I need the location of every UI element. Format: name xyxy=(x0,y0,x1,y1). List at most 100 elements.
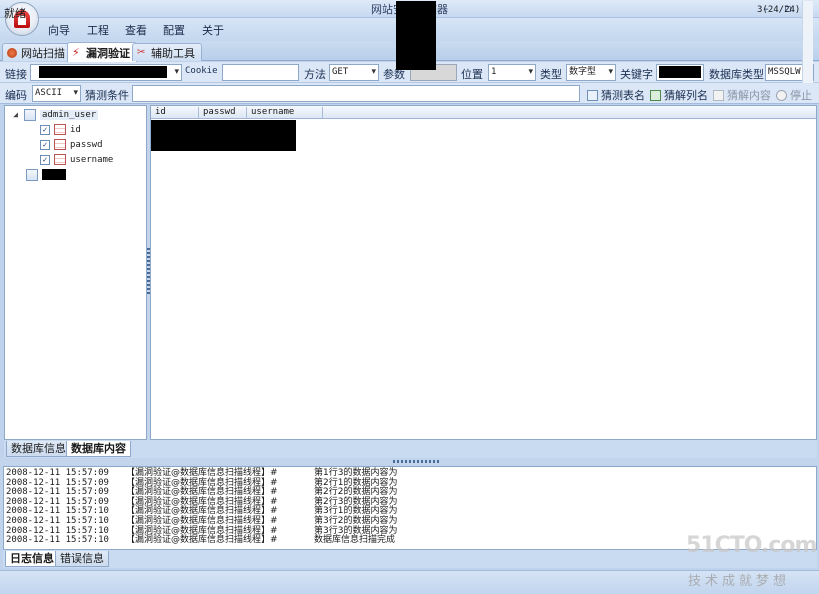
menu-config[interactable]: 配置 xyxy=(163,22,185,38)
encoding-select[interactable]: ASCII xyxy=(32,85,81,102)
column-checkbox[interactable]: ✓ xyxy=(40,154,50,165)
grid-column-header[interactable]: username xyxy=(247,107,323,118)
log-thread: 【漏洞验证@数据库信息扫描线程】# xyxy=(126,516,278,526)
guess-column-button[interactable]: 猜解列名 xyxy=(650,87,708,103)
redacted-keyword xyxy=(659,66,701,78)
redacted-log-values xyxy=(396,1,436,70)
menu-about[interactable]: 关于 xyxy=(202,22,224,38)
position-label: 位置 xyxy=(461,68,483,81)
type-select[interactable]: 数字型 xyxy=(566,64,616,81)
tree-table-label: admin_user xyxy=(40,109,99,120)
position-select[interactable]: 1 xyxy=(488,64,536,81)
log-msg: 第2行2的数据内容为 xyxy=(314,487,398,498)
log-msg: 数据库信息扫描完成 xyxy=(314,535,396,546)
tree-column-node[interactable]: ✓ username xyxy=(40,152,113,167)
redacted-link xyxy=(39,66,167,78)
tree-table-node[interactable] xyxy=(26,167,66,182)
keyword-label: 关键字 xyxy=(620,68,653,81)
tab-vuln-verify[interactable]: ⚡ 漏洞验证 xyxy=(67,42,137,62)
table-icon xyxy=(26,168,38,181)
log-ts: 2008-12-11 15:57:09 xyxy=(6,496,109,507)
link-label: 链接 xyxy=(5,68,27,81)
tree-column-node[interactable]: ✓ passwd xyxy=(40,137,103,152)
log-ts: 2008-12-11 15:57:10 xyxy=(6,516,109,526)
log-ts: 2008-12-11 15:57:09 xyxy=(6,468,109,478)
tab-db-content[interactable]: 数据库内容 xyxy=(66,441,131,457)
redacted-grid-rows xyxy=(151,120,296,151)
guess-content-button[interactable]: 猜解内容 xyxy=(713,87,771,103)
grid-header: id passwd username xyxy=(151,106,816,119)
tab-aux-tools[interactable]: ✂ 辅助工具 xyxy=(132,43,202,61)
log-msg: 第3行1的数据内容为 xyxy=(314,506,398,517)
content-grid: id passwd username xyxy=(150,105,817,440)
watermark-slogan: 技术成就梦想 xyxy=(688,574,791,589)
method-select[interactable]: GET xyxy=(329,64,379,81)
guess-table-button[interactable]: 猜测表名 xyxy=(587,87,645,103)
tree-table-node[interactable]: ◢ admin_user xyxy=(11,107,99,122)
lightning-icon: ⚡ xyxy=(72,45,80,59)
log-thread: 【漏洞验证@数据库信息扫描线程】# xyxy=(126,468,278,478)
tab-error-info[interactable]: 错误信息 xyxy=(55,551,109,567)
log-msg: 第3行2的数据内容为 xyxy=(314,516,398,526)
tab-label: 辅助工具 xyxy=(151,46,195,60)
cookie-input[interactable] xyxy=(222,64,299,81)
status-count: 3(24/24) xyxy=(757,5,801,15)
column-icon xyxy=(54,124,66,135)
log-ts: 2008-12-11 15:57:09 xyxy=(6,477,109,488)
log-msg: 第1行3的数据内容为 xyxy=(314,468,398,478)
column-checkbox[interactable]: ✓ xyxy=(40,139,50,150)
tab-site-scan[interactable]: 网站扫描 xyxy=(2,43,72,61)
table-icon xyxy=(587,89,598,101)
log-ts: 2008-12-11 15:57:10 xyxy=(6,525,109,536)
guess-content-label: 猜解内容 xyxy=(727,89,771,102)
guess-condition-input[interactable] xyxy=(132,85,580,102)
db-panel-tabs: 数据库信息 数据库内容 xyxy=(4,440,817,458)
splitter-grip[interactable] xyxy=(393,460,439,463)
table-icon xyxy=(24,108,36,121)
tree-column-label: username xyxy=(70,154,114,165)
column-icon xyxy=(650,89,661,101)
watermark-logo: 51CTO.com xyxy=(686,533,817,558)
stop-button[interactable]: 停止 xyxy=(776,87,812,103)
tools-icon: ✂ xyxy=(137,46,146,58)
link-input[interactable] xyxy=(30,64,182,81)
globe-icon xyxy=(7,47,17,58)
cookie-label: Cookie xyxy=(185,66,218,76)
log-ts: 2008-12-11 15:57:10 xyxy=(6,506,109,517)
log-thread: 【漏洞验证@数据库信息扫描线程】# xyxy=(126,535,278,546)
log-ts: 2008-12-11 15:57:09 xyxy=(6,487,109,498)
content-icon xyxy=(713,89,724,101)
stop-icon xyxy=(776,89,787,101)
status-text: 就绪 xyxy=(4,7,26,20)
keyword-input[interactable] xyxy=(656,64,704,81)
menu-view[interactable]: 查看 xyxy=(125,22,147,38)
guess-condition-label: 猜测条件 xyxy=(85,89,129,102)
log-thread: 【漏洞验证@数据库信息扫描线程】# xyxy=(126,506,278,517)
tab-log-info[interactable]: 日志信息 xyxy=(5,551,59,567)
type-label: 类型 xyxy=(540,68,562,81)
log-scrollbar[interactable] xyxy=(802,1,813,83)
method-label: 方法 xyxy=(304,68,326,81)
column-icon xyxy=(54,139,66,150)
tree-column-label: id xyxy=(70,124,81,135)
tab-db-info[interactable]: 数据库信息 xyxy=(6,441,71,457)
column-checkbox[interactable]: ✓ xyxy=(40,124,50,135)
tree-column-label: passwd xyxy=(70,139,103,150)
guess-table-label: 猜测表名 xyxy=(601,89,645,102)
grid-column-header[interactable]: id xyxy=(151,107,199,118)
db-tree-panel: ◢ admin_user ✓ id ✓ passwd ✓ username xyxy=(4,105,147,440)
stop-label: 停止 xyxy=(790,89,812,102)
collapse-icon[interactable]: ◢ xyxy=(11,110,20,119)
redacted-table-name xyxy=(42,169,66,180)
column-icon xyxy=(54,154,66,165)
menu-wizard[interactable]: 向导 xyxy=(48,22,70,38)
menu-project[interactable]: 工程 xyxy=(87,22,109,38)
log-thread: 【漏洞验证@数据库信息扫描线程】# xyxy=(126,487,278,498)
log-ts: 2008-12-11 15:57:10 xyxy=(6,535,109,546)
guess-column-label: 猜解列名 xyxy=(664,89,708,102)
tree-column-node[interactable]: ✓ id xyxy=(40,122,81,137)
grid-column-header[interactable]: passwd xyxy=(199,107,247,118)
encoding-label: 编码 xyxy=(5,89,27,102)
tab-label: 网站扫描 xyxy=(21,46,65,60)
dbtype-label: 数据库类型 xyxy=(709,68,764,81)
